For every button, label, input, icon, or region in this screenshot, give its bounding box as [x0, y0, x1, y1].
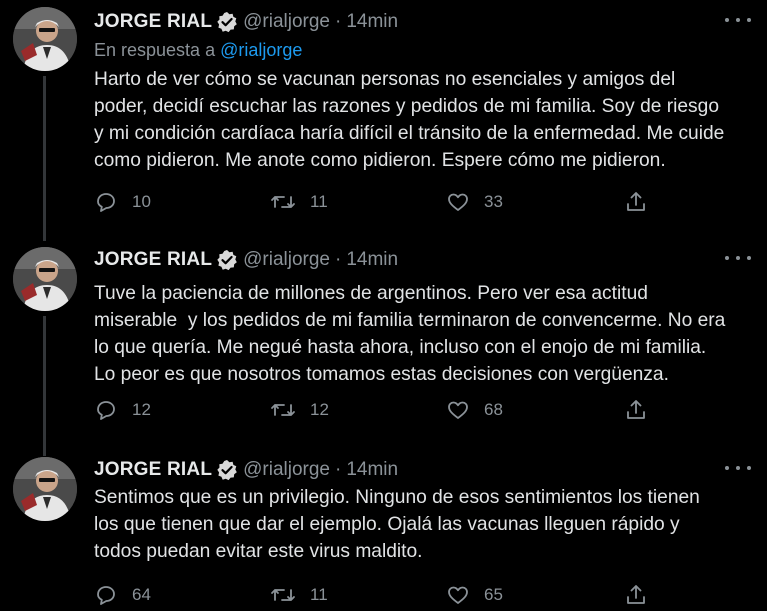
tweet-text-line: y mi condición cardíaca haría difícil el… — [94, 123, 725, 144]
share-upload-icon — [624, 190, 648, 214]
tweet-header: JORGE RIAL @rialjorge · 14min — [94, 248, 398, 272]
tweet-thread: JORGE RIAL @rialjorge · 14min En respues… — [0, 0, 767, 611]
reply-count: 64 — [132, 585, 151, 604]
tweet-text-line: los que tienen que dar el ejemplo. Ojalá… — [94, 514, 680, 535]
tweet-text-line: como pidieron. Me anote como pidieron. E… — [94, 150, 666, 171]
tweet-actions: 12 12 68 — [94, 396, 674, 424]
tweet-text-line: Lo peor es que nosotros tomamos estas de… — [94, 364, 669, 385]
like-button[interactable]: 33 — [446, 188, 503, 216]
timestamp[interactable]: 14min — [346, 11, 398, 33]
heart-outline-icon — [446, 190, 470, 214]
like-count: 33 — [484, 192, 503, 211]
share-button[interactable] — [624, 188, 648, 216]
tweet-text-line: Tuve la paciencia de millones de argenti… — [94, 283, 648, 304]
share-upload-icon — [624, 398, 648, 422]
author-name[interactable]: JORGE RIAL — [94, 249, 212, 271]
avatar[interactable] — [13, 457, 77, 521]
share-upload-icon — [624, 583, 648, 607]
tweet-text-line: lo que quería. Me negué hasta ahora, inc… — [94, 337, 707, 358]
tweet-text: Sentimos que es un privilegio. Ninguno d… — [94, 484, 756, 565]
retweet-button[interactable]: 11 — [270, 581, 328, 609]
tweet-text-line: Harto de ver cómo se vacunan personas no… — [94, 69, 676, 90]
retweet-count: 12 — [310, 400, 329, 419]
reply-bubble-icon — [94, 583, 118, 607]
tweet-text-line: todos puedan evitar este virus maldito. — [94, 541, 423, 562]
author-handle[interactable]: @rialjorge — [243, 11, 330, 33]
retweet-arrows-icon — [270, 583, 296, 607]
retweet-count: 11 — [310, 192, 328, 211]
retweet-count: 11 — [310, 585, 328, 604]
reply-bubble-icon — [94, 190, 118, 214]
thread-connector — [43, 316, 46, 456]
author-name[interactable]: JORGE RIAL — [94, 11, 212, 33]
share-button[interactable] — [624, 581, 648, 609]
reply-button[interactable]: 10 — [94, 188, 151, 216]
reply-bubble-icon — [94, 398, 118, 422]
tweet-text-line: miserable y los pedidos de mi familia te… — [94, 310, 726, 331]
author-name[interactable]: JORGE RIAL — [94, 459, 212, 481]
tweet-text: Tuve la paciencia de millones de argenti… — [94, 280, 756, 388]
like-count: 68 — [484, 400, 503, 419]
timestamp[interactable]: 14min — [346, 459, 398, 481]
retweet-button[interactable]: 12 — [270, 396, 329, 424]
tweet-actions: 10 11 33 — [94, 188, 674, 216]
heart-outline-icon — [446, 398, 470, 422]
more-horizontal-icon[interactable] — [725, 10, 751, 30]
more-horizontal-icon[interactable] — [725, 458, 751, 478]
retweet-arrows-icon — [270, 190, 296, 214]
reply-mention-link[interactable]: @rialjorge — [220, 40, 302, 60]
like-count: 65 — [484, 585, 503, 604]
reply-prefix: En respuesta a — [94, 40, 216, 60]
heart-outline-icon — [446, 583, 470, 607]
avatar[interactable] — [13, 247, 77, 311]
reply-count: 10 — [132, 192, 151, 211]
like-button[interactable]: 65 — [446, 581, 503, 609]
retweet-button[interactable]: 11 — [270, 188, 328, 216]
like-button[interactable]: 68 — [446, 396, 503, 424]
reply-context: En respuesta a @rialjorge — [94, 40, 302, 61]
reply-button[interactable]: 64 — [94, 581, 151, 609]
tweet-text-line: Sentimos que es un privilegio. Ninguno d… — [94, 487, 700, 508]
tweet[interactable]: JORGE RIAL @rialjorge · 14min Sentimos q… — [0, 444, 767, 611]
verified-badge-icon — [216, 11, 238, 33]
author-handle[interactable]: @rialjorge — [243, 249, 330, 271]
tweet-header: JORGE RIAL @rialjorge · 14min — [94, 10, 398, 34]
retweet-arrows-icon — [270, 398, 296, 422]
avatar[interactable] — [13, 7, 77, 71]
share-button[interactable] — [624, 396, 648, 424]
tweet-text: Harto de ver cómo se vacunan personas no… — [94, 66, 756, 174]
reply-button[interactable]: 12 — [94, 396, 151, 424]
separator-dot: · — [335, 249, 342, 270]
more-horizontal-icon[interactable] — [725, 248, 751, 268]
tweet-header: JORGE RIAL @rialjorge · 14min — [94, 458, 398, 482]
tweet[interactable]: JORGE RIAL @rialjorge · 14min Tuve la pa… — [0, 234, 767, 456]
tweet-text-line: poder, decidí escuchar las razones y ped… — [94, 96, 719, 117]
tweet[interactable]: JORGE RIAL @rialjorge · 14min En respues… — [0, 0, 767, 241]
verified-badge-icon — [216, 249, 238, 271]
thread-connector — [43, 76, 46, 241]
tweet-actions: 64 11 65 — [94, 581, 674, 609]
timestamp[interactable]: 14min — [346, 249, 398, 271]
verified-badge-icon — [216, 459, 238, 481]
separator-dot: · — [335, 459, 342, 480]
author-handle[interactable]: @rialjorge — [243, 459, 330, 481]
separator-dot: · — [335, 11, 342, 32]
reply-count: 12 — [132, 400, 151, 419]
